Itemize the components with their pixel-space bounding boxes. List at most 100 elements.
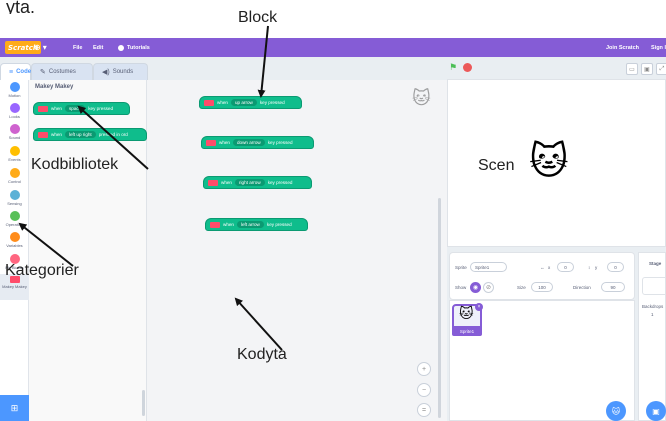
tab-code[interactable]: ≡ Code [0, 63, 31, 80]
palette-block-when-pressed-in-order[interactable]: when left up right pressed in ord [33, 128, 147, 141]
code-workspace[interactable] [147, 80, 447, 421]
category-label: Variables [6, 243, 23, 248]
key-dropdown[interactable]: space [64, 105, 86, 112]
sprite-name-field[interactable]: Sprite1 [470, 262, 507, 272]
category-dot-icon [9, 103, 20, 113]
zoom-in-icon: + [421, 365, 427, 373]
category-variables[interactable]: Variables [0, 232, 29, 248]
annotation-scene-label: Scen [478, 157, 515, 174]
workspace-scrollbar[interactable] [438, 198, 441, 418]
category-control[interactable]: Control [0, 168, 29, 184]
brush-icon: ✎ [40, 69, 46, 76]
category-menu: Motion Looks Sound Events Control Sensin… [0, 80, 29, 421]
category-sensing[interactable]: Sensing [0, 190, 29, 206]
tab-sounds[interactable]: ◀) Sounds [93, 63, 148, 80]
stage-panel-title: Stage [649, 261, 662, 266]
edit-menu[interactable]: Edit [93, 38, 103, 57]
block-when-label: when [223, 222, 234, 227]
join-scratch-link[interactable]: Join Scratch [606, 38, 639, 57]
tutorials-menu[interactable]: Tutorials [118, 38, 150, 57]
annotation-categories-label: Kategorier [5, 262, 79, 279]
key-dropdown[interactable]: left arrow [236, 221, 264, 228]
makey-makey-icon [210, 221, 220, 228]
workspace-block-left-arrow[interactable]: when left arrow key pressed [205, 218, 308, 231]
hide-visible-icon[interactable]: ⊘ [483, 282, 494, 293]
block-suffix-label: key pressed [267, 140, 293, 145]
category-label: Makey Makey [2, 284, 27, 289]
category-looks[interactable]: Looks [0, 103, 29, 119]
small-stage-icon: ▭ [629, 66, 635, 73]
y-label: y [595, 265, 598, 270]
speaker-icon: ◀) [102, 69, 110, 76]
sequence-dropdown[interactable]: left up right [64, 131, 96, 138]
sprite-thumbnail-cat-icon: 🐱 [459, 305, 474, 321]
block-suffix-label: key pressed [259, 100, 285, 105]
block-when-label: when [217, 100, 228, 105]
block-suffix-label: key pressed [88, 106, 114, 111]
small-stage-button[interactable]: ▭ [626, 63, 638, 75]
fullscreen-icon: ⤢ [659, 65, 665, 72]
category-motion[interactable]: Motion [0, 82, 29, 98]
category-dot-icon [9, 146, 20, 156]
x-arrows-icon: ↔ [540, 265, 545, 270]
choose-sprite-button[interactable]: 🐱 [606, 401, 626, 421]
stop-button[interactable] [463, 63, 472, 72]
workspace-block-up-arrow[interactable]: when up arrow key pressed [199, 96, 302, 109]
cropped-caption-text: yta. [6, 0, 36, 14]
category-label: Events [8, 157, 21, 162]
show-visible-icon[interactable]: ◉ [470, 282, 481, 293]
block-when-label: when [51, 106, 62, 111]
large-stage-button[interactable]: ▣ [641, 63, 653, 75]
choose-backdrop-button[interactable]: ▣ [646, 401, 666, 421]
size-field[interactable]: 100 [531, 282, 553, 292]
green-flag-icon[interactable]: ⚑ [449, 63, 458, 72]
category-dot-icon [9, 190, 20, 200]
annotation-library-label: Kodbibliotek [31, 156, 119, 173]
key-dropdown[interactable]: down arrow [232, 139, 265, 146]
workspace-sprite-watermark-icon: 🐱 [412, 88, 431, 108]
add-extension-button[interactable]: ⊞ [0, 395, 29, 421]
y-position-field[interactable]: 0 [607, 262, 624, 272]
category-dot-icon [9, 232, 20, 242]
zoom-reset-button[interactable]: = [417, 403, 431, 417]
sprite-name-label: Sprite [455, 265, 467, 270]
direction-label: Direction [573, 285, 591, 290]
category-label: Control [8, 179, 21, 184]
workspace-block-right-arrow[interactable]: when right arrow key pressed [203, 176, 312, 189]
block-when-label: when [51, 132, 62, 137]
category-dot-icon [9, 211, 20, 221]
zoom-out-button[interactable]: − [417, 383, 431, 397]
delete-sprite-icon[interactable]: × [475, 303, 483, 311]
fullscreen-button[interactable]: ⤢ [656, 63, 666, 75]
direction-field[interactable]: 90 [601, 282, 625, 292]
makey-makey-icon [38, 131, 48, 138]
category-events[interactable]: Events [0, 146, 29, 162]
workspace-block-down-arrow[interactable]: when down arrow key pressed [201, 136, 314, 149]
cat-add-icon: 🐱 [611, 406, 621, 416]
category-label: Sound [8, 135, 21, 140]
category-label: Operators [5, 222, 24, 227]
palette-scrollbar[interactable] [142, 390, 145, 416]
stage-thumbnail[interactable] [642, 277, 666, 295]
category-sound[interactable]: Sound [0, 124, 29, 140]
show-label: Show [455, 285, 467, 290]
language-menu[interactable]: ⊕ ▾ [34, 38, 47, 57]
key-dropdown[interactable]: right arrow [234, 179, 265, 186]
file-menu[interactable]: File [73, 38, 82, 57]
zoom-in-button[interactable]: + [417, 362, 431, 376]
stage-target-panel[interactable]: Stage Backdrops 1 [638, 252, 666, 421]
x-label: x [548, 265, 551, 270]
backdrop-add-icon: ▣ [652, 406, 660, 416]
palette-block-when-key-pressed[interactable]: when space key pressed [33, 102, 130, 115]
category-operators[interactable]: Operators [0, 211, 29, 227]
cat-sprite-icon[interactable]: 🐱 [529, 143, 569, 181]
key-dropdown[interactable]: up arrow [230, 99, 257, 106]
makey-makey-icon [38, 105, 48, 112]
sign-in-link[interactable]: Sign I [651, 38, 666, 57]
palette-section-title: Makey Makey [35, 84, 74, 90]
tab-costumes[interactable]: ✎ Costumes [31, 63, 93, 80]
x-position-field[interactable]: 0 [557, 262, 574, 272]
globe-icon: ⊕ [34, 43, 41, 52]
block-suffix-label: key pressed [267, 180, 293, 185]
category-dot-icon [9, 82, 20, 92]
